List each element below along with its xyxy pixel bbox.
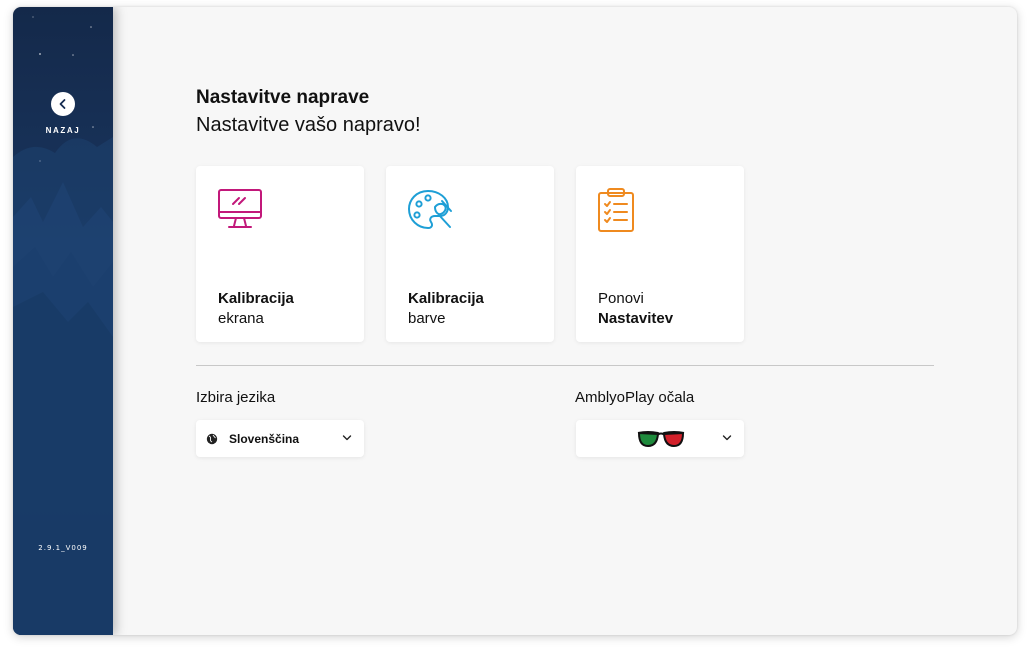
chevron-down-icon (342, 435, 352, 441)
chevron-left-icon (59, 99, 66, 109)
glasses-select[interactable] (576, 420, 744, 457)
back-label: NAZAJ (45, 126, 81, 135)
version-label: 2.9.1_V009 (38, 544, 88, 552)
language-value: Slovenščina (229, 432, 300, 446)
card-label-secondary: barve (408, 310, 446, 327)
chevron-down-icon (722, 435, 732, 441)
card-label-secondary: Nastavitev (598, 310, 674, 327)
palette-icon (408, 190, 452, 229)
app-window: NAZAJ 2.9.1_V009 Nastavitve naprave Nast… (13, 7, 1017, 635)
screen-calibration-card[interactable]: Kalibracija ekrana (196, 166, 364, 342)
globe-icon (206, 433, 218, 445)
monitor-icon (218, 189, 262, 228)
card-label-primary: Ponovi (598, 290, 644, 307)
back-button[interactable] (51, 92, 75, 116)
language-select[interactable]: Slovenščina (196, 420, 364, 457)
section-divider (196, 365, 934, 366)
anaglyph-glasses-icon (637, 431, 685, 448)
color-calibration-card[interactable]: Kalibracija barve (386, 166, 554, 342)
clipboard-checklist-icon (598, 188, 634, 232)
glasses-label: AmblyoPlay očala (575, 389, 695, 406)
card-label-primary: Kalibracija (408, 290, 484, 307)
card-label-primary: Kalibracija (218, 290, 294, 307)
sidebar: NAZAJ 2.9.1_V009 (13, 7, 113, 635)
page-title: Nastavitve naprave (196, 87, 370, 108)
card-label-secondary: ekrana (218, 310, 264, 327)
repeat-setup-card[interactable]: Ponovi Nastavitev (576, 166, 744, 342)
page-subtitle: Nastavitve vašo napravo! (196, 114, 421, 136)
language-label: Izbira jezika (196, 389, 276, 406)
